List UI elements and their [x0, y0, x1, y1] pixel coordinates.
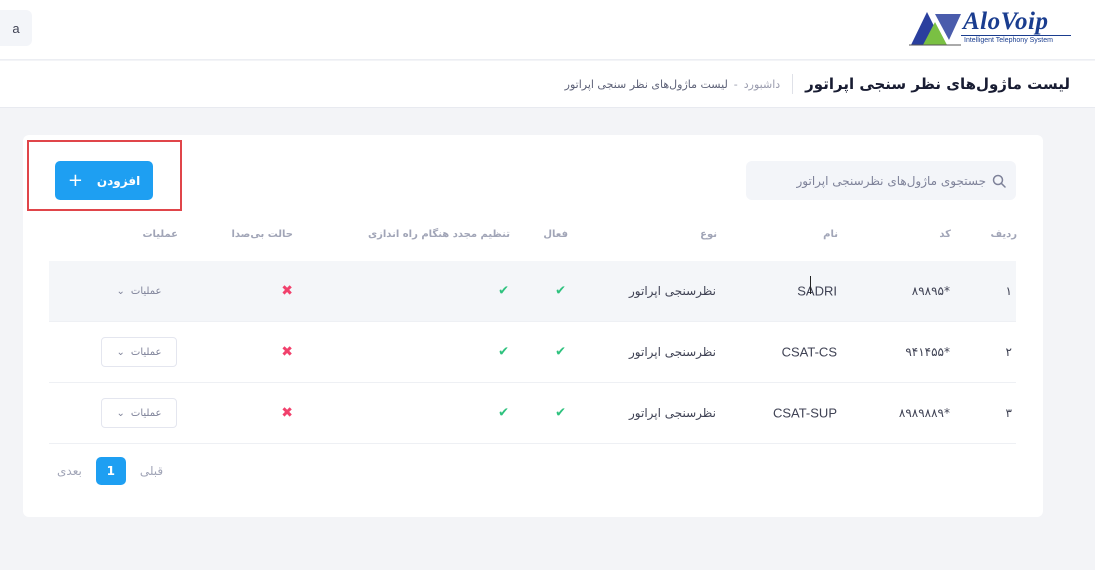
actions-dropdown[interactable]: عملیات ⌄: [101, 398, 177, 428]
mute-cross-icon: ✖: [281, 344, 293, 360]
row-type: نظرسنجی اپراتور: [628, 406, 716, 420]
chevron-down-icon: ⌄: [116, 346, 125, 358]
reset-check-icon: ✔: [498, 405, 509, 421]
row-index: ۱: [1005, 284, 1012, 298]
plus-icon: +: [67, 169, 83, 191]
user-menu-button[interactable]: a: [0, 10, 32, 46]
column-header-actions: عملیات: [142, 229, 178, 240]
pagination-current-page[interactable]: 1: [95, 457, 126, 485]
row-type: نظرسنجی اپراتور: [628, 345, 716, 359]
breadcrumb: داشبورد - لیست ماژول‌های نظر سنجی اپراتو…: [565, 78, 781, 91]
column-header-mute[interactable]: حالت بی‌صدا: [231, 229, 293, 240]
actions-dropdown-label: عملیات: [130, 407, 162, 419]
row-name: CSAT-SUP: [772, 405, 837, 421]
actions-dropdown-label: عملیات: [130, 346, 162, 358]
add-button-label: افزودن: [96, 173, 141, 188]
actions-dropdown-label: عملیات: [130, 285, 162, 297]
search-input[interactable]: [746, 173, 986, 188]
chevron-down-icon: ⌄: [116, 285, 125, 297]
column-header-name[interactable]: نام: [823, 229, 838, 240]
page-subheader: لیست ماژول‌های نظر سنجی اپراتور داشبورد …: [0, 61, 1095, 108]
app-logo: AloVoip Intelligent Telephony System: [909, 8, 1071, 48]
mute-cross-icon: ✖: [281, 405, 293, 421]
logo-mark-icon: [909, 12, 961, 46]
search-icon: [992, 174, 1006, 188]
column-header-active[interactable]: فعال: [543, 229, 568, 240]
active-check-icon: ✔: [555, 344, 566, 360]
actions-dropdown[interactable]: عملیات ⌄: [101, 276, 177, 306]
modules-card: افزودن + ردیف کد نام نوع فعال تنظیم مجدد…: [23, 135, 1043, 517]
search-box[interactable]: [746, 161, 1016, 200]
row-index: ۳: [1005, 406, 1012, 420]
text-cursor: [810, 276, 814, 294]
row-code: *۸۹۸۹۸۸۹: [898, 406, 950, 420]
column-header-row: ردیف: [990, 229, 1017, 240]
logo-name: AloVoip: [963, 8, 1049, 35]
active-check-icon: ✔: [555, 405, 566, 421]
breadcrumb-home[interactable]: داشبورد: [744, 78, 780, 91]
table-row[interactable]: ۳ *۸۹۸۹۸۸۹ CSAT-SUP نظرسنجی اپراتور ✔ ✔ …: [49, 383, 1016, 444]
column-header-type[interactable]: نوع: [700, 229, 717, 240]
column-header-code[interactable]: کد: [939, 229, 951, 240]
breadcrumb-current: لیست ماژول‌های نظر سنجی اپراتور: [564, 77, 728, 91]
row-type: نظرسنجی اپراتور: [628, 284, 716, 298]
top-header: a AloVoip Intelligent Telephony System: [0, 0, 1095, 60]
title-divider: [792, 74, 794, 94]
mute-cross-icon: ✖: [281, 283, 293, 299]
add-button[interactable]: افزودن +: [55, 161, 153, 200]
row-code: *۸۹۸۹۵: [911, 284, 950, 298]
page-title: لیست ماژول‌های نظر سنجی اپراتور: [805, 75, 1070, 93]
logo-tagline: Intelligent Telephony System: [961, 35, 1071, 46]
pagination-prev[interactable]: قبلی: [140, 464, 163, 478]
active-check-icon: ✔: [555, 283, 566, 299]
table-row[interactable]: ۱ *۸۹۸۹۵ SADRI نظرسنجی اپراتور ✔ ✔ ✖ عمل…: [49, 261, 1016, 322]
pagination: بعدی 1 قبلی: [57, 457, 163, 485]
row-name: CSAT-CS: [781, 344, 837, 360]
actions-dropdown[interactable]: عملیات ⌄: [101, 337, 177, 367]
breadcrumb-separator: -: [733, 77, 738, 91]
table-row[interactable]: ۲ *۹۴۱۴۵۵ CSAT-CS نظرسنجی اپراتور ✔ ✔ ✖ …: [49, 322, 1016, 383]
column-header-reset[interactable]: تنظیم مجدد هنگام راه اندازی: [368, 229, 510, 240]
pagination-next[interactable]: بعدی: [57, 464, 82, 478]
reset-check-icon: ✔: [498, 344, 509, 360]
row-index: ۲: [1005, 345, 1012, 359]
row-name: SADRI: [797, 283, 837, 299]
reset-check-icon: ✔: [498, 283, 509, 299]
row-code: *۹۴۱۴۵۵: [905, 345, 950, 359]
chevron-down-icon: ⌄: [116, 407, 125, 419]
